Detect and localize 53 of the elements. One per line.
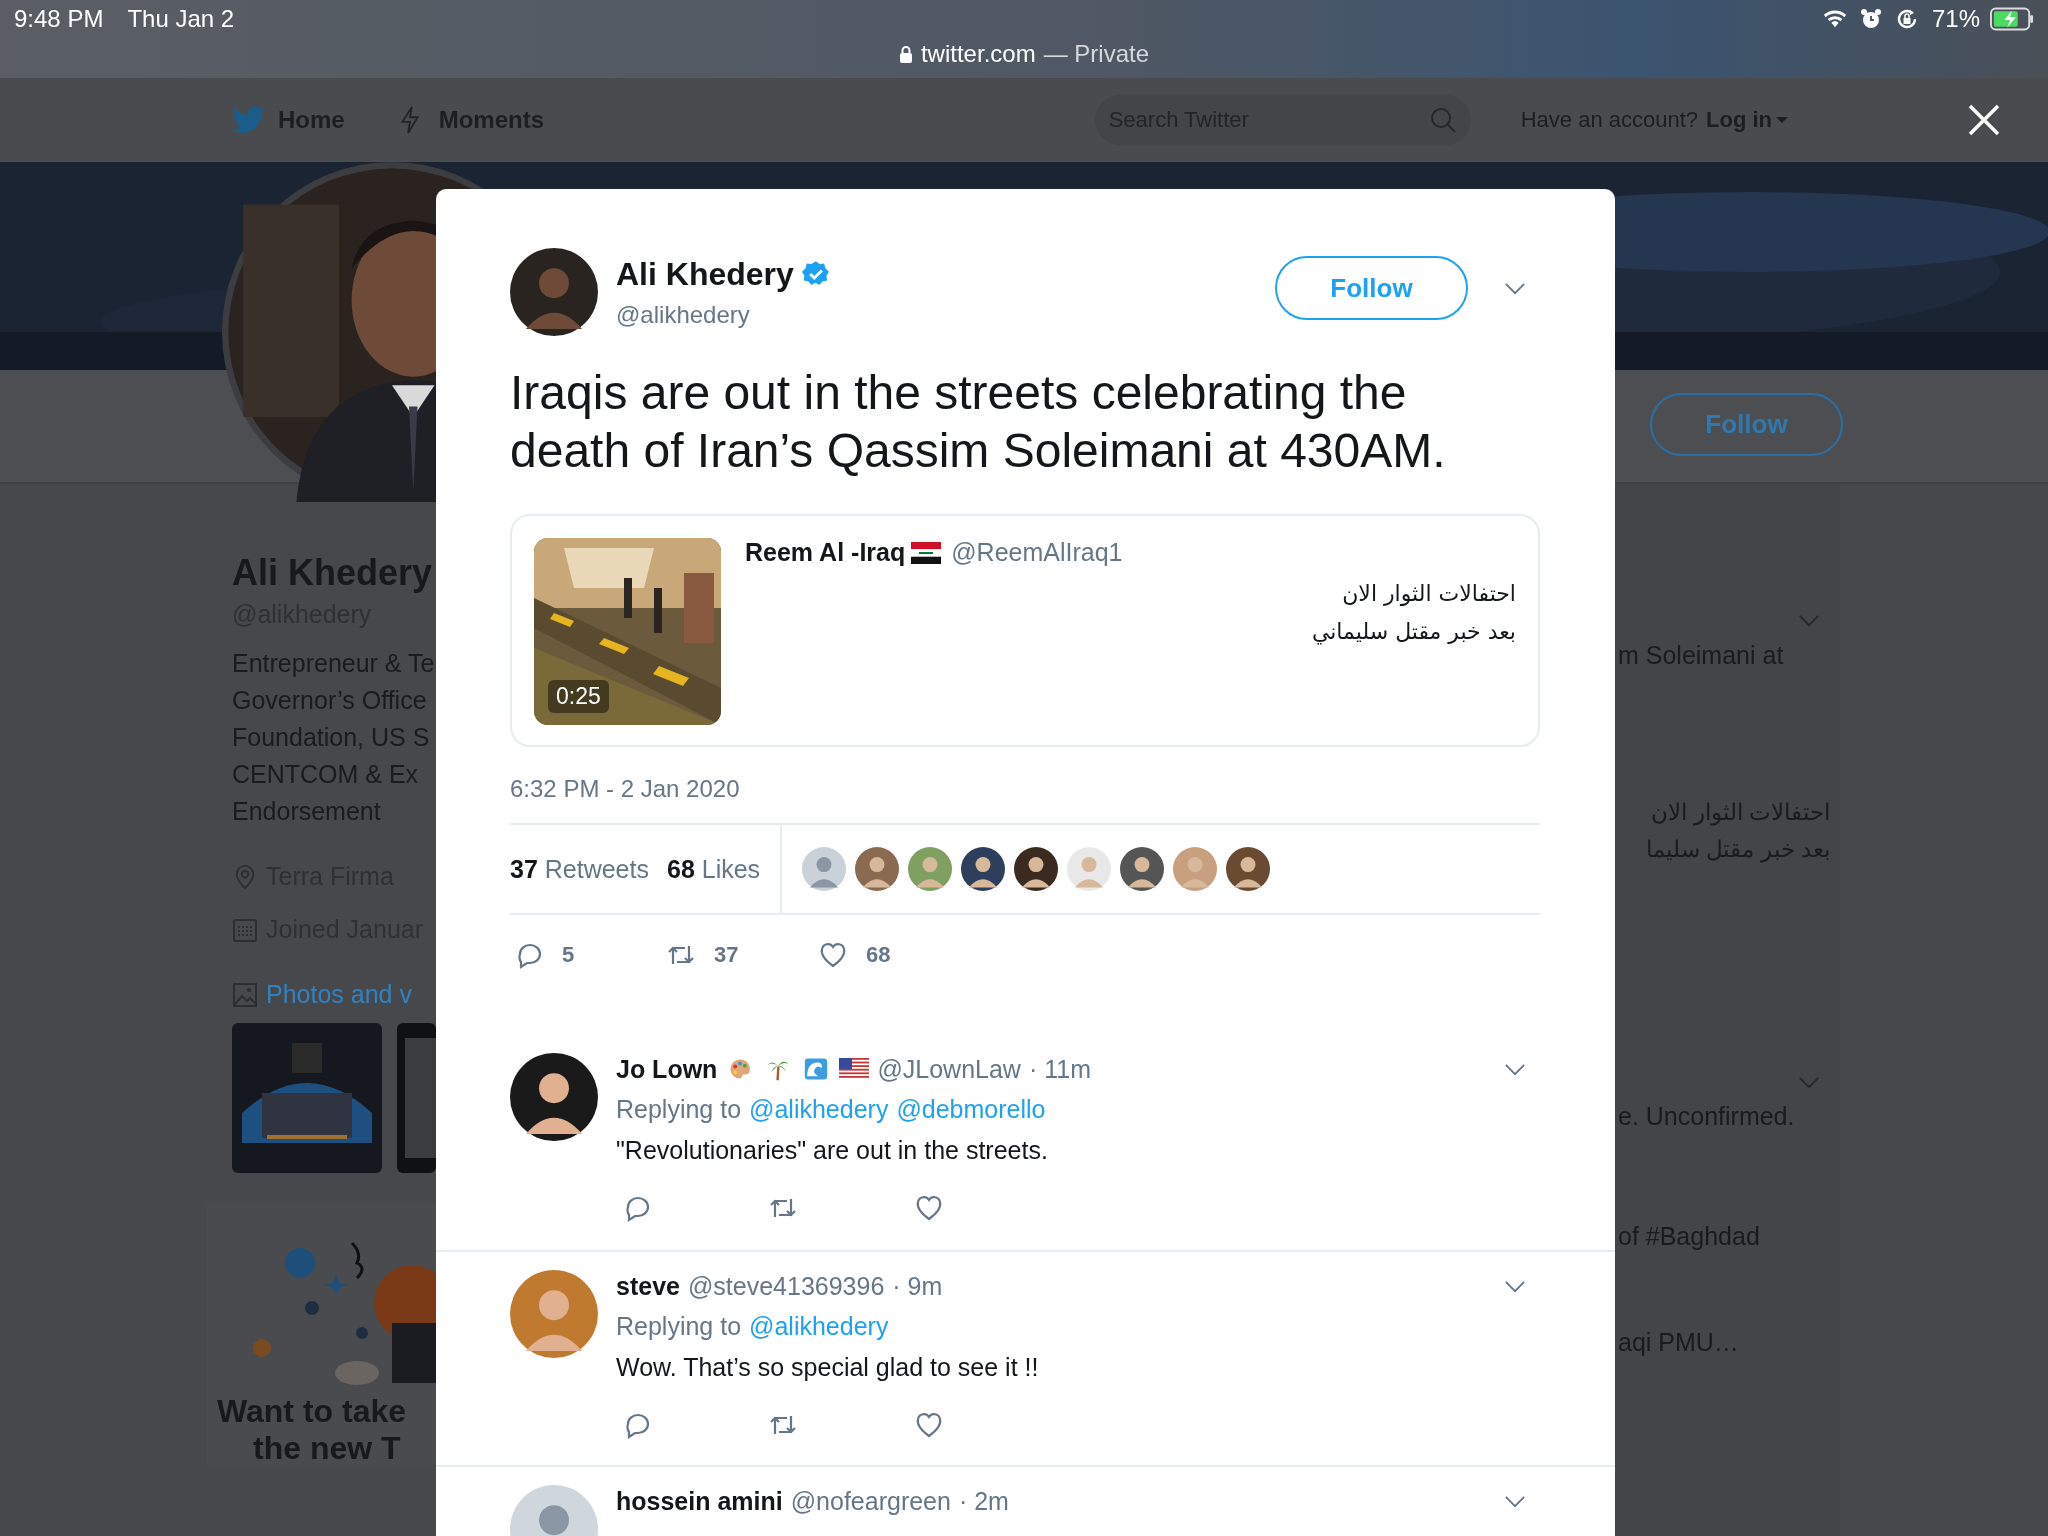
battery-charging-icon (1990, 7, 2034, 31)
quoted-author-name: Reem Al -Iraq (745, 538, 906, 567)
avatar[interactable] (1226, 847, 1271, 891)
reply-author-name[interactable]: Jo Lown (616, 1054, 718, 1084)
reply-author-handle: @steve41369396 (687, 1271, 885, 1301)
reply-time: · 2m (958, 1486, 1009, 1516)
video-duration: 0:25 (548, 680, 609, 713)
avatar[interactable] (1014, 847, 1059, 891)
chevron-down-icon[interactable] (1504, 1062, 1526, 1076)
bird-icon (232, 105, 266, 135)
reply-author-name[interactable]: hossein amini (616, 1486, 783, 1516)
likes-count-link[interactable]: 68 Likes (667, 854, 761, 884)
like-icon[interactable] (818, 940, 848, 970)
mention-link[interactable]: @debmorello (896, 1095, 1046, 1124)
avatar[interactable] (1120, 847, 1165, 891)
quoted-author-handle: @ReemAlIraq1 (951, 538, 1123, 567)
flag-icon (839, 1057, 870, 1081)
action-count: 37 (714, 942, 739, 968)
mention-link[interactable]: @alikhedery (749, 1312, 889, 1341)
lock-icon (898, 45, 913, 63)
tweet-timestamp: 6:32 PM - 2 Jan 2020 (510, 775, 741, 803)
quoted-tweet-text: احتفالات الثوار الان (1342, 580, 1516, 608)
like-icon[interactable] (914, 1193, 944, 1223)
image-icon (232, 981, 258, 1008)
reply-time: · 9m (892, 1271, 943, 1301)
tweet-text: Iraqis are out in the streets celebrating the death of Iran’s Qassim Soleimani at 430AM. (510, 365, 1447, 479)
action-count: 68 (866, 942, 891, 968)
flag-icon (911, 540, 942, 565)
replying-to-label: Replying to (616, 1095, 742, 1124)
avatar[interactable] (961, 847, 1006, 891)
chevron-down-icon[interactable] (1504, 1494, 1526, 1508)
reply-author-name[interactable]: steve (616, 1271, 680, 1301)
photos-and-videos-link[interactable]: Photos and v (266, 980, 412, 1009)
like-icon[interactable] (914, 1410, 944, 1440)
reply-text: Wow. That’s so special glad to see it !! (616, 1353, 1040, 1382)
calendar-icon (232, 916, 258, 943)
quoted-tweet-text: بعد خبر مقتل سليماني (1311, 618, 1516, 647)
reply-author-handle: @JLownLaw (877, 1054, 1021, 1084)
status-time: 9:48 PM (14, 5, 104, 33)
private-mode-label: — Private (1043, 40, 1150, 68)
battery-percentage: 71% (1931, 5, 1980, 33)
close-icon[interactable] (1968, 104, 2000, 136)
status-date: Thu Jan 2 (127, 5, 235, 33)
retweets-count-link[interactable]: 37 Retweets (510, 854, 649, 884)
action-count: 5 (562, 942, 575, 968)
follow-button[interactable]: Follow (1650, 393, 1843, 456)
chevron-down-icon[interactable] (1504, 1279, 1526, 1293)
reply-time: · 11m (1028, 1054, 1091, 1084)
replying-to-label: Replying to (616, 1312, 742, 1341)
reply-author-handle: @nofeargreen (790, 1486, 951, 1516)
mention-link[interactable]: @alikhedery (749, 1095, 889, 1124)
url-domain[interactable]: twitter.com (920, 40, 1036, 68)
reply-text: "Revolutionaries" are out in the streets. (616, 1136, 1049, 1165)
